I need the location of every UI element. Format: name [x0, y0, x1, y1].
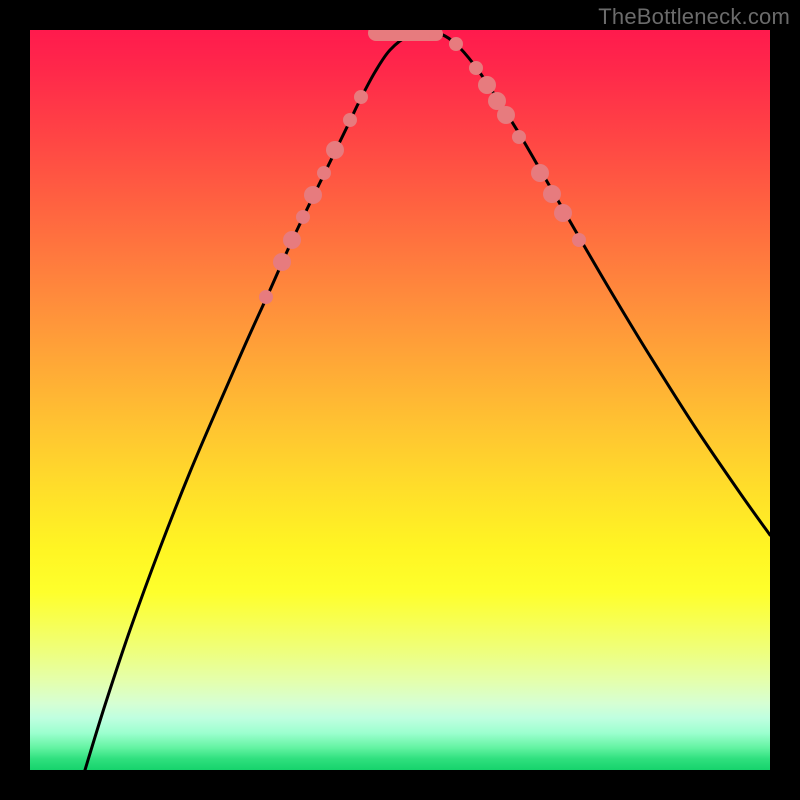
- data-point: [543, 185, 561, 203]
- data-point: [554, 204, 572, 222]
- data-point: [449, 37, 463, 51]
- data-point: [497, 106, 515, 124]
- data-point: [259, 290, 273, 304]
- data-point: [354, 90, 368, 104]
- data-point: [572, 233, 586, 247]
- data-point: [469, 61, 483, 75]
- data-point: [531, 164, 549, 182]
- watermark-label: TheBottleneck.com: [598, 4, 790, 30]
- data-point: [273, 253, 291, 271]
- data-point: [283, 231, 301, 249]
- data-point: [317, 166, 331, 180]
- plot-area: [30, 30, 770, 770]
- data-point: [296, 210, 310, 224]
- data-point: [478, 76, 496, 94]
- chart-svg: [30, 30, 770, 770]
- data-point: [343, 113, 357, 127]
- data-point-group: [259, 30, 586, 304]
- data-point: [304, 186, 322, 204]
- data-point: [512, 130, 526, 144]
- chart-stage: TheBottleneck.com: [0, 0, 800, 800]
- data-point: [326, 141, 344, 159]
- bottleneck-curve: [85, 32, 770, 770]
